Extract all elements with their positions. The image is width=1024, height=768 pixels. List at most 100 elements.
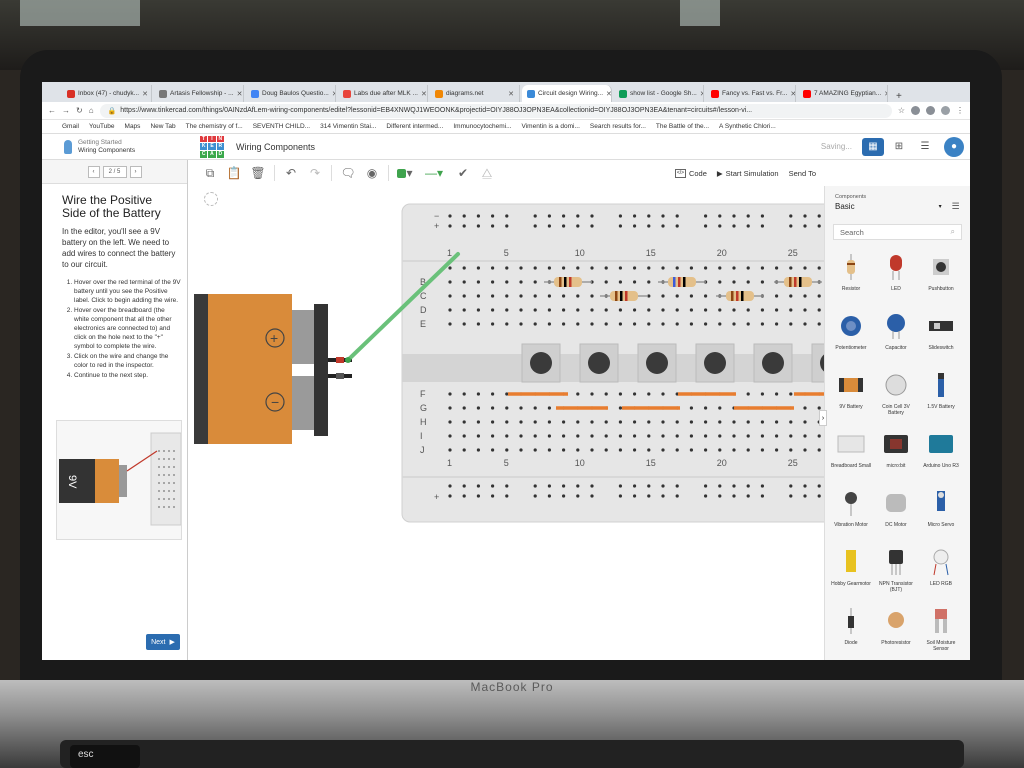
component-item[interactable]: Hobby Gearmotor [829, 541, 873, 599]
component-item[interactable]: Resistor [829, 246, 873, 304]
component-item[interactable]: Coin Cell 3V Battery [874, 364, 918, 422]
close-icon[interactable]: ✕ [421, 90, 427, 98]
close-icon[interactable]: ✕ [790, 90, 795, 98]
close-icon[interactable]: ✕ [332, 90, 335, 98]
pushbutton[interactable] [579, 343, 619, 383]
wire-color-picker[interactable]: ▾ [397, 165, 413, 181]
redo-icon[interactable]: ↷ [307, 165, 323, 181]
rotate-icon[interactable]: ✔ [455, 165, 471, 181]
close-icon[interactable]: ✕ [700, 90, 703, 98]
bookmark-item[interactable]: A Synthetic Chlori... [719, 123, 776, 130]
extension-icon[interactable] [911, 106, 920, 115]
bookmark-item[interactable]: Different intermed... [386, 123, 443, 130]
component-list-button[interactable]: ☰ [914, 138, 936, 156]
component-item[interactable]: Breadboard Small [829, 423, 873, 481]
pushbutton[interactable] [695, 343, 735, 383]
component-item[interactable]: LED [874, 246, 918, 304]
component-item[interactable]: Potentiometer [829, 305, 873, 363]
close-icon[interactable]: ✕ [142, 90, 148, 98]
menu-icon[interactable]: ⋮ [956, 106, 964, 115]
search-input[interactable]: Search ⌕ [833, 224, 962, 240]
notes-visibility-icon[interactable]: ◉ [364, 165, 380, 181]
bookmark-item[interactable]: Vimentin is a domi... [522, 123, 580, 130]
close-icon[interactable]: ✕ [508, 90, 514, 98]
collapse-panel-icon[interactable]: › [819, 410, 827, 426]
tinkercad-logo[interactable]: TIN KER CAD [200, 135, 224, 158]
bookmark-item[interactable]: YouTube [89, 123, 115, 130]
bookmark-item[interactable]: SEVENTH CHILD... [253, 123, 310, 130]
bookmark-item[interactable]: 314 Vimentin Stai... [320, 123, 376, 130]
getting-started-link[interactable]: Getting Started Wiring Components [42, 139, 188, 155]
paste-icon[interactable]: 📋 [226, 165, 242, 181]
new-tab-icon[interactable]: + [890, 91, 908, 102]
flip-icon[interactable]: ⧋ [479, 165, 495, 181]
close-icon[interactable]: ✕ [237, 90, 243, 98]
undo-icon[interactable]: ↶ [283, 165, 299, 181]
prev-step-button[interactable]: ‹ [87, 165, 100, 178]
breadboard-hole [789, 214, 793, 218]
address-bar[interactable]: 🔒 https://www.tinkercad.com/things/0AINz… [99, 103, 892, 118]
component-item[interactable]: NPN Transistor (BJT) [874, 541, 918, 599]
pushbutton[interactable] [637, 343, 677, 383]
component-item[interactable]: micro:bit [874, 423, 918, 481]
component-item[interactable]: 9V Battery [829, 364, 873, 422]
pushbutton[interactable] [753, 343, 793, 383]
bookmark-item[interactable]: Gmail [62, 123, 79, 130]
delete-icon[interactable]: 🗑 [250, 165, 266, 181]
component-item[interactable]: Vibration Motor [829, 482, 873, 540]
schematic-view-button[interactable]: ⊞ [888, 138, 910, 156]
component-item[interactable]: Capacitor [874, 305, 918, 363]
next-button[interactable]: Next ▶ [146, 634, 180, 650]
profile-icon[interactable] [941, 106, 950, 115]
component-item[interactable]: Diode [829, 600, 873, 658]
browser-tab[interactable]: Doug Baulos Questio...✕ [246, 85, 336, 102]
bookmark-item[interactable]: Immunocytochemi... [453, 123, 511, 130]
bookmark-item[interactable]: Maps [125, 123, 141, 130]
bookmark-item[interactable]: The chemistry of f... [186, 123, 243, 130]
send-to-button[interactable]: Send To [789, 169, 816, 178]
close-icon[interactable]: ✕ [606, 90, 611, 98]
code-button[interactable]: </> Code [674, 168, 707, 178]
next-step-arrow[interactable]: › [129, 165, 142, 178]
design-title[interactable]: Wiring Components [236, 142, 315, 152]
component-item[interactable]: LED RGB [919, 541, 963, 599]
component-item[interactable]: Pushbutton [919, 246, 963, 304]
pushbutton[interactable] [811, 343, 824, 383]
browser-tab[interactable]: Labs due after MLK ... ✕ [338, 85, 428, 102]
list-view-icon[interactable]: ☰ [952, 201, 960, 212]
browser-tab[interactable]: diagrams.net ✕ [430, 85, 520, 102]
wire-type-picker[interactable]: —▾ [421, 165, 447, 181]
browser-tab[interactable]: Circuit design Wiring... ✕ [522, 85, 612, 102]
pushbutton[interactable] [521, 343, 561, 383]
component-item[interactable]: 1.5V Battery [919, 364, 963, 422]
circuit-view-button[interactable]: ▦ [862, 137, 884, 156]
bookmark-item[interactable]: Search results for... [590, 123, 646, 130]
star-icon[interactable]: ☆ [898, 106, 905, 115]
forward-icon[interactable]: → [62, 106, 70, 115]
back-icon[interactable]: ← [48, 106, 56, 115]
bookmark-item[interactable]: New Tab [150, 123, 175, 130]
circuit-canvas[interactable]: 1 1 5 5 10 10 15 15 20 20 25 25 B C D E F G H I J − + + + − [188, 186, 824, 660]
browser-tab[interactable]: 7 AMAZING Egyptian...✕ [798, 85, 888, 102]
component-item[interactable]: DC Motor [874, 482, 918, 540]
component-item[interactable]: Arduino Uno R3 [919, 423, 963, 481]
category-dropdown[interactable]: Basic ▾ ☰ [825, 200, 970, 212]
extension-icon[interactable] [926, 106, 935, 115]
notes-icon[interactable]: 🗨 [340, 165, 356, 181]
copy-icon[interactable]: ⧉ [202, 165, 218, 181]
home-icon[interactable]: ⌂ [89, 106, 94, 115]
battery-9v[interactable]: + − [194, 294, 352, 444]
browser-tab[interactable]: Artasis Fellowship - ... ✕ [154, 85, 244, 102]
avatar[interactable]: ● [944, 136, 964, 157]
start-simulation-button[interactable]: ▶ Start Simulation [717, 169, 779, 178]
component-item[interactable]: Soil Moisture Sensor [919, 600, 963, 658]
browser-tab[interactable]: Inbox (47) - chudyk... ✕ [62, 85, 152, 102]
browser-tab[interactable]: show list - Google Sh...✕ [614, 85, 704, 102]
reload-icon[interactable]: ↻ [76, 106, 83, 115]
component-item[interactable]: Slideswitch [919, 305, 963, 363]
component-item[interactable]: Micro Servo [919, 482, 963, 540]
browser-tab[interactable]: Fancy vs. Fast vs. Fr... ✕ [706, 85, 796, 102]
component-item[interactable]: Photoresistor [874, 600, 918, 658]
close-icon[interactable]: ✕ [884, 90, 887, 98]
bookmark-item[interactable]: The Battle of the... [656, 123, 709, 130]
